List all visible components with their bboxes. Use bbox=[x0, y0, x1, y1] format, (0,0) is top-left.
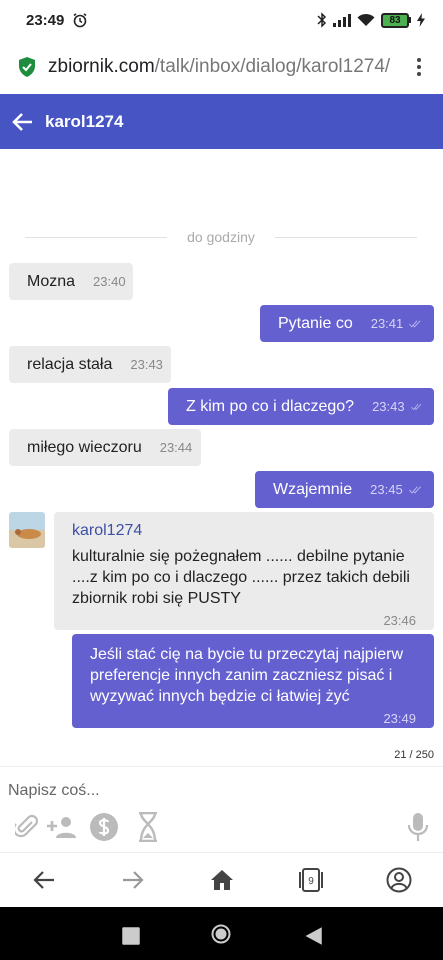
message-outgoing[interactable]: Wzajemnie 23:45 bbox=[255, 471, 434, 508]
hourglass-icon bbox=[139, 812, 157, 842]
message-text: relacja stała bbox=[27, 355, 113, 373]
battery-level: 83 bbox=[389, 14, 401, 26]
paperclip-icon bbox=[15, 814, 39, 838]
battery-indicator: 83 bbox=[381, 12, 411, 28]
forward-arrow-icon bbox=[123, 871, 144, 889]
message-time: 23:44 bbox=[159, 440, 193, 455]
microphone-icon bbox=[407, 813, 429, 841]
message-text: Pytanie co bbox=[278, 314, 353, 332]
browser-bottom-nav: 9 bbox=[0, 852, 443, 907]
status-bar: 23:49 83 bbox=[0, 0, 443, 40]
secure-lock-icon bbox=[19, 57, 35, 77]
wifi-icon bbox=[357, 13, 375, 26]
message-composer bbox=[0, 766, 443, 852]
read-checkmark-icon bbox=[410, 403, 421, 410]
conversation-title: karol1274 bbox=[45, 111, 124, 131]
browser-menu-icon[interactable] bbox=[409, 55, 429, 79]
add-person-button[interactable] bbox=[47, 811, 79, 843]
message-incoming[interactable]: Mozna 23:40 bbox=[9, 263, 133, 300]
home-icon bbox=[211, 870, 233, 890]
attach-button[interactable] bbox=[12, 811, 42, 843]
message-outgoing-card[interactable]: Jeśli stać cię na bycie tu przeczytaj na… bbox=[72, 634, 434, 728]
app-header: karol1274 bbox=[0, 94, 443, 149]
add-person-icon bbox=[47, 817, 76, 838]
nav-home-button[interactable] bbox=[207, 865, 237, 895]
status-icons: 83 bbox=[317, 12, 425, 28]
date-separator-label: do godziny bbox=[187, 229, 255, 245]
bluetooth-icon bbox=[317, 12, 327, 28]
message-text: kulturalnie się pożegnałem ...... debiln… bbox=[72, 548, 410, 607]
nav-forward-button[interactable] bbox=[118, 865, 148, 895]
message-time: 23:40 bbox=[93, 274, 126, 289]
url-text[interactable]: zbiornik.com/talk/inbox/dialog/karol1274… bbox=[48, 56, 409, 78]
browser-url-bar[interactable]: zbiornik.com/talk/inbox/dialog/karol1274… bbox=[0, 40, 443, 94]
nav-back-button[interactable] bbox=[29, 865, 59, 895]
payment-button[interactable] bbox=[89, 811, 119, 843]
alarm-icon bbox=[73, 13, 87, 28]
tabs-icon: 9 bbox=[299, 868, 323, 892]
message-time: 23:49 bbox=[383, 711, 416, 726]
status-time: 23:49 bbox=[26, 11, 65, 29]
home-circle-icon[interactable] bbox=[211, 924, 231, 944]
message-text: Mozna bbox=[27, 272, 76, 290]
tabs-count: 9 bbox=[308, 876, 314, 887]
url-domain: zbiornik.com bbox=[48, 56, 155, 77]
back-arrow-icon bbox=[33, 871, 54, 889]
system-nav-bar bbox=[0, 907, 443, 960]
back-arrow-icon[interactable] bbox=[12, 111, 34, 133]
timer-button[interactable] bbox=[133, 811, 163, 843]
chat-area[interactable]: do godziny Mozna 23:40 Pytanie co 23:41 … bbox=[0, 149, 443, 766]
message-time: 23:41 bbox=[370, 316, 404, 331]
message-incoming[interactable]: relacja stała 23:43 bbox=[9, 346, 171, 383]
date-separator: do godziny bbox=[25, 227, 417, 247]
user-avatar[interactable] bbox=[9, 512, 45, 548]
message-outgoing[interactable]: Pytanie co 23:41 bbox=[260, 305, 434, 342]
message-incoming[interactable]: miłego wieczoru 23:44 bbox=[9, 429, 201, 466]
url-path: /talk/inbox/dialog/karol1274/ bbox=[154, 56, 391, 77]
read-checkmark-icon bbox=[409, 319, 421, 328]
recents-icon[interactable] bbox=[121, 926, 141, 946]
message-time: 23:45 bbox=[370, 482, 403, 497]
character-counter: 21 / 250 bbox=[394, 749, 434, 761]
message-text: Wzajemnie bbox=[273, 480, 353, 498]
charging-icon bbox=[417, 13, 425, 27]
message-sender[interactable]: karol1274 bbox=[72, 522, 416, 540]
message-text: Z kim po co i dlaczego? bbox=[186, 397, 355, 415]
signal-icon bbox=[333, 14, 351, 27]
message-time: 23:46 bbox=[383, 613, 416, 628]
message-time: 23:43 bbox=[130, 357, 163, 372]
dollar-coin-icon bbox=[90, 813, 118, 841]
message-incoming-card[interactable]: karol1274 kulturalnie się pożegnałem ...… bbox=[54, 512, 434, 630]
nav-tabs-button[interactable]: 9 bbox=[296, 865, 326, 895]
back-triangle-icon[interactable] bbox=[303, 926, 323, 946]
read-checkmark-icon bbox=[408, 485, 421, 494]
nav-account-button[interactable] bbox=[384, 865, 414, 895]
message-time: 23:43 bbox=[372, 399, 405, 414]
message-outgoing[interactable]: Z kim po co i dlaczego? 23:43 bbox=[168, 388, 434, 425]
message-text: miłego wieczoru bbox=[27, 438, 142, 456]
microphone-button[interactable] bbox=[403, 811, 433, 843]
message-text: Jeśli stać cię na bycie tu przeczytaj na… bbox=[90, 646, 404, 705]
message-input[interactable] bbox=[8, 779, 428, 803]
account-icon bbox=[386, 867, 412, 893]
